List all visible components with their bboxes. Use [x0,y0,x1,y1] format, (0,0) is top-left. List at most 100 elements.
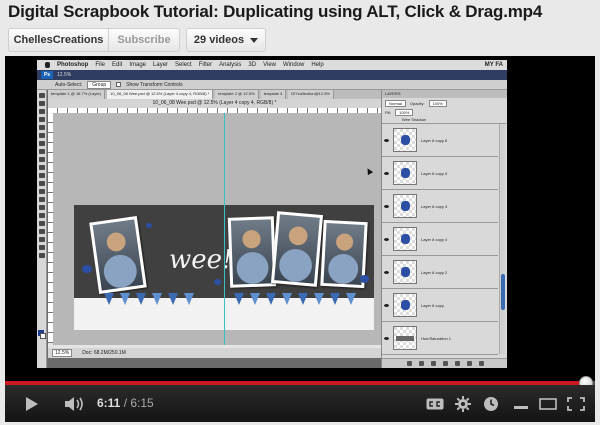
tools-panel [37,90,47,368]
layers-panel-options: Normal Opacity: 100% [382,98,507,108]
time-display: 6:11 / 6:15 [97,385,154,422]
shape-tool-icon [38,229,45,234]
clock-icon [484,396,498,411]
photo-frame [270,211,324,287]
layer-list: Layer 8 copy 6 Layer 8 copy 5 Layer 8 copy… [382,124,498,355]
layer-thumbnail [393,128,417,152]
layers-scroll-thumb [501,274,505,310]
hand-tool-icon [38,245,45,250]
play-icon [26,396,38,411]
settings-button[interactable] [453,385,473,422]
menu-item: File [95,62,105,68]
stamp-tool-icon [38,157,45,162]
bunting-flag [104,293,114,305]
doc-tab: template 1 @ 16.7% (Layer) [48,90,106,99]
layer-name: Layer 8 copy 3 [421,203,448,209]
menu-app-name: Photoshop [57,62,89,68]
zoom-tool-icon [38,253,45,258]
layer-thumbnail [393,227,417,251]
history-brush-icon [38,165,45,170]
duration: 6:15 [130,396,154,410]
video-player[interactable]: Photoshop File Edit Image Layer Select F… [5,56,595,422]
photo-frame [227,216,277,288]
eraser-tool-icon [38,173,45,178]
layer-row: Layer 8 copy 2 [382,256,498,289]
layer-name: Layer 8 copy 5 [421,170,448,176]
layer-row: Hue/Saturation 1 [382,322,498,355]
pen-tool-icon [38,205,45,210]
bunting-flag [346,293,356,305]
video-title: Digital Scrapbook Tutorial: Duplicating … [8,2,543,21]
document-window: template 1 @ 16.7% (Layer) 10_06_08 Wee.… [48,90,381,358]
captions-button[interactable] [425,385,445,422]
lasso-tool-icon [38,109,45,114]
chevron-down-icon [250,37,259,43]
volume-button[interactable] [63,385,87,422]
status-zoom: 12.5% [52,349,73,357]
fullscreen-button[interactable] [565,385,587,422]
videos-dropdown-button[interactable]: 29 videos [186,28,266,52]
transform-controls-label: Show Transform Controls [126,81,183,88]
layer-row: Layer 8 copy 5 [382,157,498,190]
bunting-flag [136,293,146,305]
paint-splatter [360,275,369,283]
watch-later-button[interactable] [481,385,501,422]
wand-tool-icon [38,117,45,122]
status-bar: 12.5% Doc: 68.2M/250.1M [48,348,381,358]
opacity-label: Opacity: [409,100,425,106]
menu-item: 3D [248,62,257,68]
scrapbook-layout: wee! [74,205,374,330]
video-frame[interactable]: Photoshop File Edit Image Layer Select F… [37,60,507,368]
document-tabs: template 1 @ 16.7% (Layer) 10_06_08 Wee.… [48,90,381,99]
channel-button[interactable]: ChellesCreations [8,28,108,52]
menu-item: Image [129,62,147,68]
marquee-tool-icon [38,101,45,106]
paint-splatter [146,223,152,228]
path-select-icon [38,221,45,226]
photoshop-app-bar: Ps 12.5% [37,70,507,80]
eye-icon [384,303,389,307]
layers-panel-title: LAYERS [382,90,507,98]
doc-tab: template 3 [260,90,287,99]
layer-thumbnail [393,293,417,317]
layer-name: Layer 8 copy 2 [421,269,448,275]
heal-tool-icon [38,141,45,146]
play-button[interactable] [21,385,43,422]
large-player-button[interactable] [537,385,559,422]
fill-label: Fill: [385,109,392,115]
small-player-icon [514,405,528,409]
eye-icon [384,204,389,208]
layer-name: Layer 8 copy 6 [421,137,448,143]
brush-tool-icon [38,149,45,154]
layer-name: Hue/Saturation 1 [421,335,452,341]
layer-name: Layer 8 copy [421,302,444,308]
new-layer-icon [466,361,472,366]
trash-icon [478,361,484,366]
captions-icon [426,398,444,409]
current-time: 6:11 [97,396,121,410]
bunting-flag [266,293,276,305]
move-tool-icon [38,93,45,98]
fx-icon [418,361,424,366]
photo-frame [89,216,147,294]
bunting-flag [168,293,178,305]
eye-icon [384,270,389,274]
volume-icon [65,396,83,411]
document-title: 10_06_08 Wee.psd @ 12.5% (Layer 4 copy 4… [48,99,381,108]
fill-value: 100% [395,108,414,116]
crop-tool-icon [38,125,45,130]
menu-right-label: MY FA [484,62,503,68]
bunting-flag [152,293,162,305]
layer-name: Layer 8 copy 4 [421,236,448,242]
menu-item: Window [283,62,305,68]
menu-item: Help [311,62,324,68]
layers-panel: LAYERS Normal Opacity: 100% Fill: 100% W… [381,90,507,368]
small-player-button[interactable] [511,385,531,422]
eyedropper-tool-icon [38,133,45,138]
layer-row: Layer 8 copy 6 [382,124,498,157]
mask-icon [430,361,436,366]
paint-splatter [82,265,92,273]
folder-icon [454,361,460,366]
subscribe-button[interactable]: Subscribe [108,28,180,52]
layer-thumbnail [393,326,417,350]
